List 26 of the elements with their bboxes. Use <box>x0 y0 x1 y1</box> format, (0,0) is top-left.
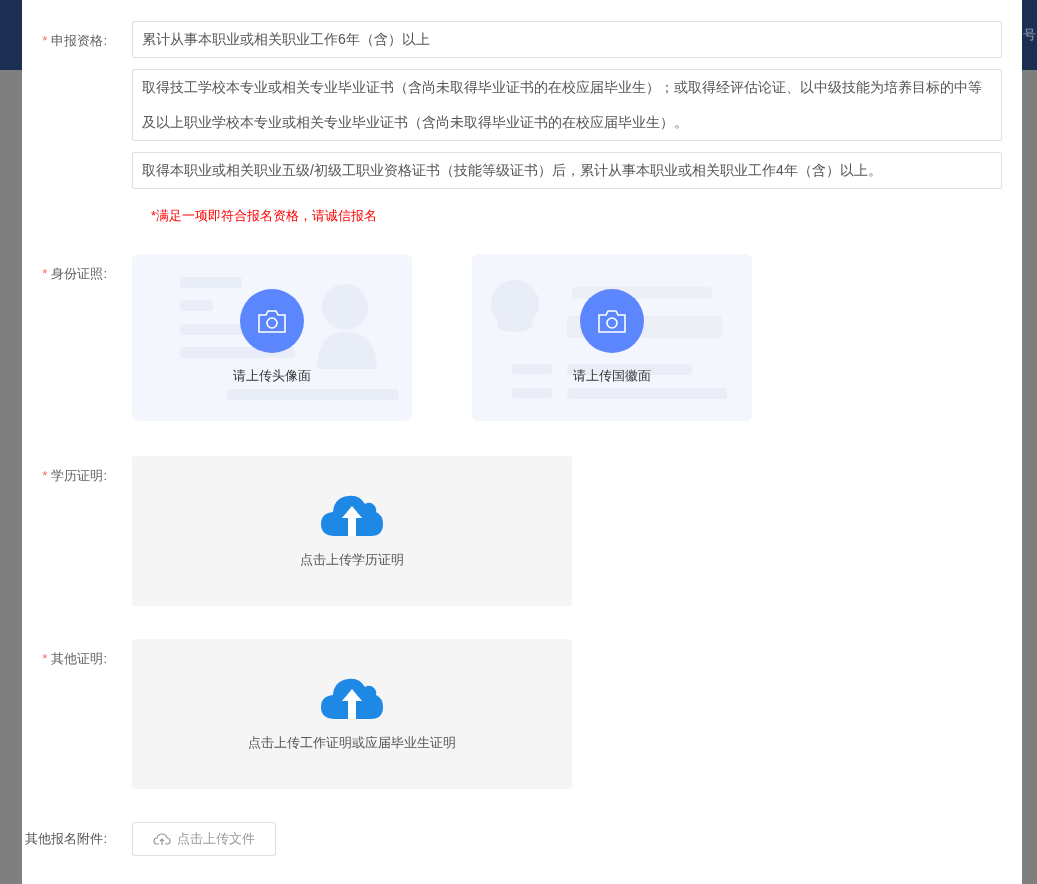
header-text: 号 <box>1023 26 1036 45</box>
field-label: 身份证照: <box>51 264 107 283</box>
field-label: 申报资格: <box>51 32 107 50</box>
upload-area[interactable]: 点击上传学历证明 <box>132 455 572 606</box>
qualification-option[interactable]: 取得本职业或相关职业五级/初级工职业资格证书（技能等级证书）后，累计从事本职业或相关职业工作4年（含）以上。 <box>132 152 1002 189</box>
id-card-upload[interactable]: 请上传国徽面 <box>472 253 752 421</box>
upload-area[interactable]: 点击上传工作证明或应届毕业生证明 <box>132 638 572 789</box>
field-label: 其他证明: <box>51 649 107 668</box>
upload-hint: 请上传国徽面 <box>572 366 652 385</box>
qualification-option[interactable]: 累计从事本职业或相关职业工作6年（含）以上 <box>132 21 1002 58</box>
header-bar <box>0 0 22 70</box>
qualification-note: *满足一项即符合报名资格，请诚信报名 <box>151 207 379 225</box>
cloud-upload-icon <box>153 831 171 846</box>
upload-hint: 点击上传工作证明或应届毕业生证明 <box>248 733 456 752</box>
required-mark: * <box>42 264 48 283</box>
camera-icon <box>597 307 627 334</box>
upload-hint: 点击上传学历证明 <box>300 550 404 569</box>
id-card-upload[interactable]: 请上传头像面 <box>132 253 412 421</box>
camera-icon <box>257 307 287 334</box>
required-mark: * <box>42 649 48 668</box>
qualification-option[interactable]: 取得技工学校本专业或相关专业毕业证书（含尚未取得毕业证书的在校应届毕业生）；或取得经评估论证、以中级技能为培养目标的中等及以上职业学校本专业或相关专业毕业证书（含尚未取得毕业证书的在校应届毕业生）。 <box>132 69 1002 141</box>
upload-hint: 请上传头像面 <box>232 366 312 385</box>
required-mark: * <box>42 466 48 485</box>
field-label: 其他报名附件: <box>25 829 107 848</box>
field-label: 学历证明: <box>51 466 107 485</box>
required-mark: * <box>42 32 48 50</box>
